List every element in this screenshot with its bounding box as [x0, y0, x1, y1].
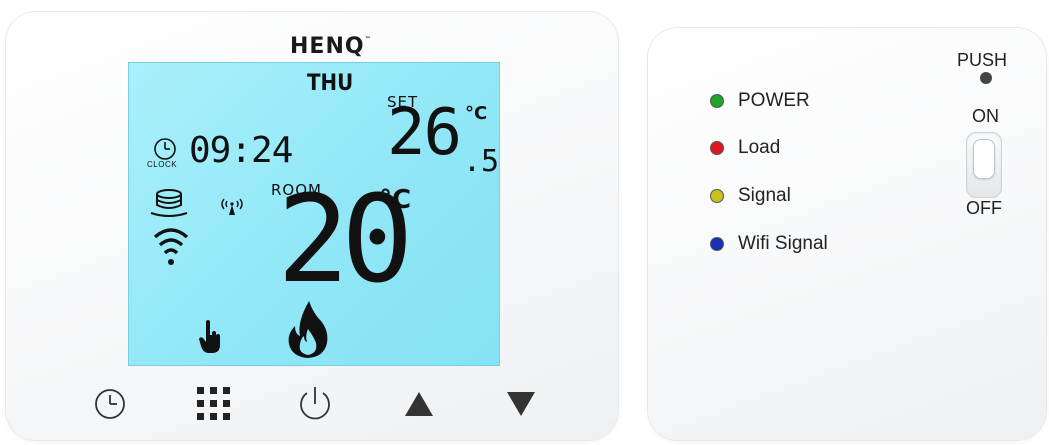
power-switch[interactable] — [966, 132, 1002, 198]
up-button[interactable] — [397, 382, 441, 426]
set-unit: °C — [465, 103, 488, 124]
on-label: ON — [972, 106, 999, 126]
led-label: Signal — [738, 185, 791, 206]
arrow-down-icon — [507, 392, 535, 416]
clock-label: CLOCK — [147, 160, 178, 169]
set-temperature-decimal: .5 — [463, 144, 500, 179]
led-label: Wifi Signal — [738, 233, 828, 254]
power-button[interactable] — [293, 382, 337, 426]
off-label: OFF — [966, 198, 1002, 218]
grid-icon — [197, 387, 230, 420]
brand-logo: HENQ™ — [290, 34, 372, 59]
clock-time: 09:24 — [189, 130, 293, 171]
signal-led — [710, 189, 724, 203]
floor-heating-icon — [150, 189, 188, 217]
power-icon — [300, 387, 330, 420]
led-row-power: POWER — [710, 90, 810, 112]
thermostat-panel: HENQ™ THU SET °C 26 .5 CLOCK 09:24 ROOM … — [6, 12, 618, 440]
clock-icon — [154, 138, 176, 160]
led-row-wifi-signal: Wifi Signal — [710, 233, 828, 255]
flame-icon — [288, 301, 328, 358]
clock-icon — [95, 389, 125, 419]
led-label: Load — [738, 137, 781, 158]
set-temperature: 26 — [387, 96, 462, 170]
push-button[interactable] — [980, 72, 992, 84]
wifi-icon — [153, 228, 189, 265]
led-row-load: Load — [710, 137, 780, 159]
switch-knob[interactable] — [973, 139, 995, 179]
load-led — [710, 141, 724, 155]
antenna-icon — [221, 198, 243, 215]
wifi-signal-led — [710, 237, 724, 251]
day-of-week: THU — [307, 71, 354, 96]
clock-button[interactable] — [88, 382, 132, 426]
menu-button[interactable] — [192, 382, 236, 426]
led-row-signal: Signal — [710, 185, 791, 207]
down-button[interactable] — [499, 382, 543, 426]
manual-hand-icon — [199, 320, 220, 353]
power-led — [710, 94, 724, 108]
led-label: POWER — [738, 90, 810, 111]
push-label: PUSH — [957, 50, 1008, 70]
receiver-panel: POWER Load Signal Wifi Signal PUSH ON OF… — [648, 28, 1046, 440]
arrow-up-icon — [405, 392, 433, 416]
room-temperature: 20 — [277, 171, 413, 310]
lcd-display: THU SET °C 26 .5 CLOCK 09:24 ROOM °C 20 — [128, 62, 500, 366]
